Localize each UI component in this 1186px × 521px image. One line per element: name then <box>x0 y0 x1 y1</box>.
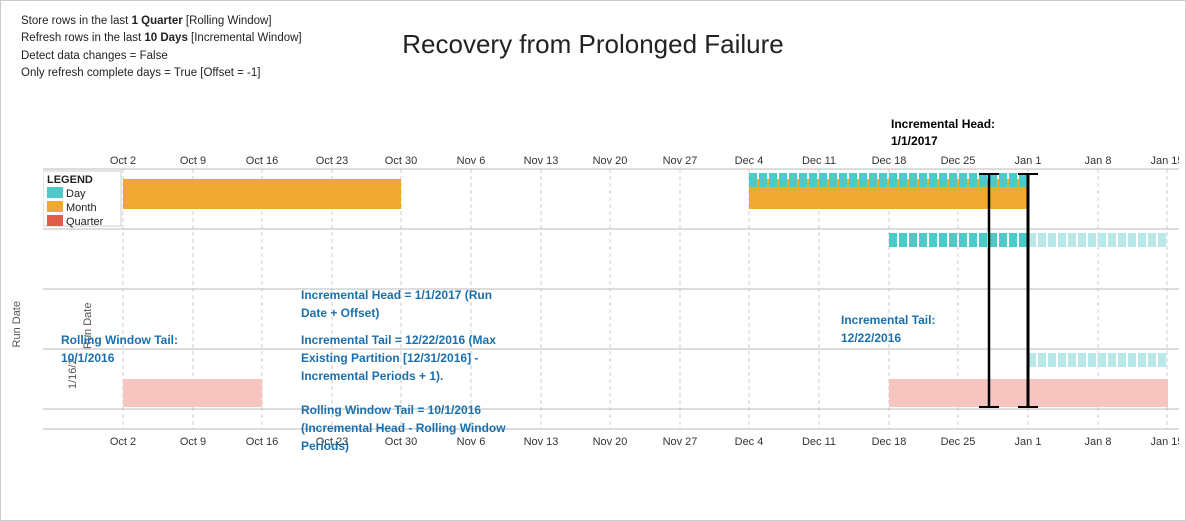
svg-text:Oct 9: Oct 9 <box>180 436 206 448</box>
svg-text:Nov 6: Nov 6 <box>457 155 486 167</box>
svg-text:Dec 11: Dec 11 <box>802 155 836 167</box>
rolling-window-formula-annotation: Rolling Window Tail = 10/1/2016 (Increme… <box>301 401 511 455</box>
rolling-window-tail-label: Rolling Window Tail:10/1/2016 <box>61 331 178 367</box>
pink-bar-row5-left <box>123 379 262 407</box>
header-line1: Store rows in the last 1 Quarter [Rollin… <box>21 13 302 30</box>
main-container: Recovery from Prolonged Failure Store ro… <box>0 0 1186 521</box>
header-info: Store rows in the last 1 Quarter [Rollin… <box>21 13 302 82</box>
svg-text:Jan 15: Jan 15 <box>1150 436 1179 448</box>
incremental-tail-right-label: Incremental Tail:12/22/2016 <box>841 311 935 347</box>
svg-text:Quarter: Quarter <box>66 216 104 228</box>
svg-text:LEGEND: LEGEND <box>47 174 93 186</box>
svg-text:Dec 25: Dec 25 <box>941 155 976 167</box>
svg-text:Nov 13: Nov 13 <box>524 155 559 167</box>
header-days: 10 Days <box>144 32 187 44</box>
svg-text:Oct 16: Oct 16 <box>246 436 278 448</box>
chart-svg: Oct 2 Oct 9 Oct 16 Oct 23 Oct 30 Nov 6 N… <box>43 149 1179 479</box>
day-tiles-row2-light <box>1028 233 1166 247</box>
svg-text:Oct 30: Oct 30 <box>385 155 417 167</box>
svg-text:Jan 1: Jan 1 <box>1015 155 1042 167</box>
svg-text:Jan 8: Jan 8 <box>1085 155 1112 167</box>
svg-text:Dec 4: Dec 4 <box>735 436 764 448</box>
incremental-head-top-label: Incremental Head:1/1/2017 <box>891 116 995 150</box>
svg-text:Dec 18: Dec 18 <box>872 155 907 167</box>
incremental-tail-annotation: Incremental Tail = 12/22/2016 (Max Exist… <box>301 331 516 385</box>
svg-text:Day: Day <box>66 188 86 200</box>
run-date-label: Run Date <box>11 301 23 347</box>
header-line2: Refresh rows in the last 10 Days [Increm… <box>21 30 302 47</box>
incremental-head-annotation: Incremental Head = 1/1/2017 (Run Date + … <box>301 286 511 322</box>
svg-text:Nov 13: Nov 13 <box>524 436 559 448</box>
svg-text:Jan 1: Jan 1 <box>1015 436 1042 448</box>
month-bar-1 <box>123 179 401 209</box>
svg-text:Oct 2: Oct 2 <box>110 155 136 167</box>
day-tiles-row4-light <box>1028 353 1166 367</box>
svg-text:Nov 20: Nov 20 <box>593 436 628 448</box>
pink-bar-row5-right <box>889 379 1028 407</box>
svg-text:Oct 2: Oct 2 <box>110 436 136 448</box>
header-line4: Only refresh complete days = True [Offse… <box>21 65 302 82</box>
svg-text:Oct 16: Oct 16 <box>246 155 278 167</box>
svg-text:Dec 18: Dec 18 <box>872 436 907 448</box>
pink-bar-row5-far <box>1028 379 1168 407</box>
svg-text:Oct 9: Oct 9 <box>180 155 206 167</box>
header-line3: Detect data changes = False <box>21 48 302 65</box>
svg-text:Dec 4: Dec 4 <box>735 155 764 167</box>
svg-text:Nov 20: Nov 20 <box>593 155 628 167</box>
svg-text:Dec 25: Dec 25 <box>941 436 976 448</box>
svg-text:Oct 23: Oct 23 <box>316 155 348 167</box>
svg-text:Dec 11: Dec 11 <box>802 436 836 448</box>
svg-text:Nov 27: Nov 27 <box>663 436 698 448</box>
svg-text:Nov 27: Nov 27 <box>663 155 698 167</box>
header-quarter: 1 Quarter <box>132 15 183 27</box>
svg-text:Month: Month <box>66 202 97 214</box>
svg-text:Jan 15: Jan 15 <box>1150 155 1179 167</box>
svg-text:Jan 8: Jan 8 <box>1085 436 1112 448</box>
